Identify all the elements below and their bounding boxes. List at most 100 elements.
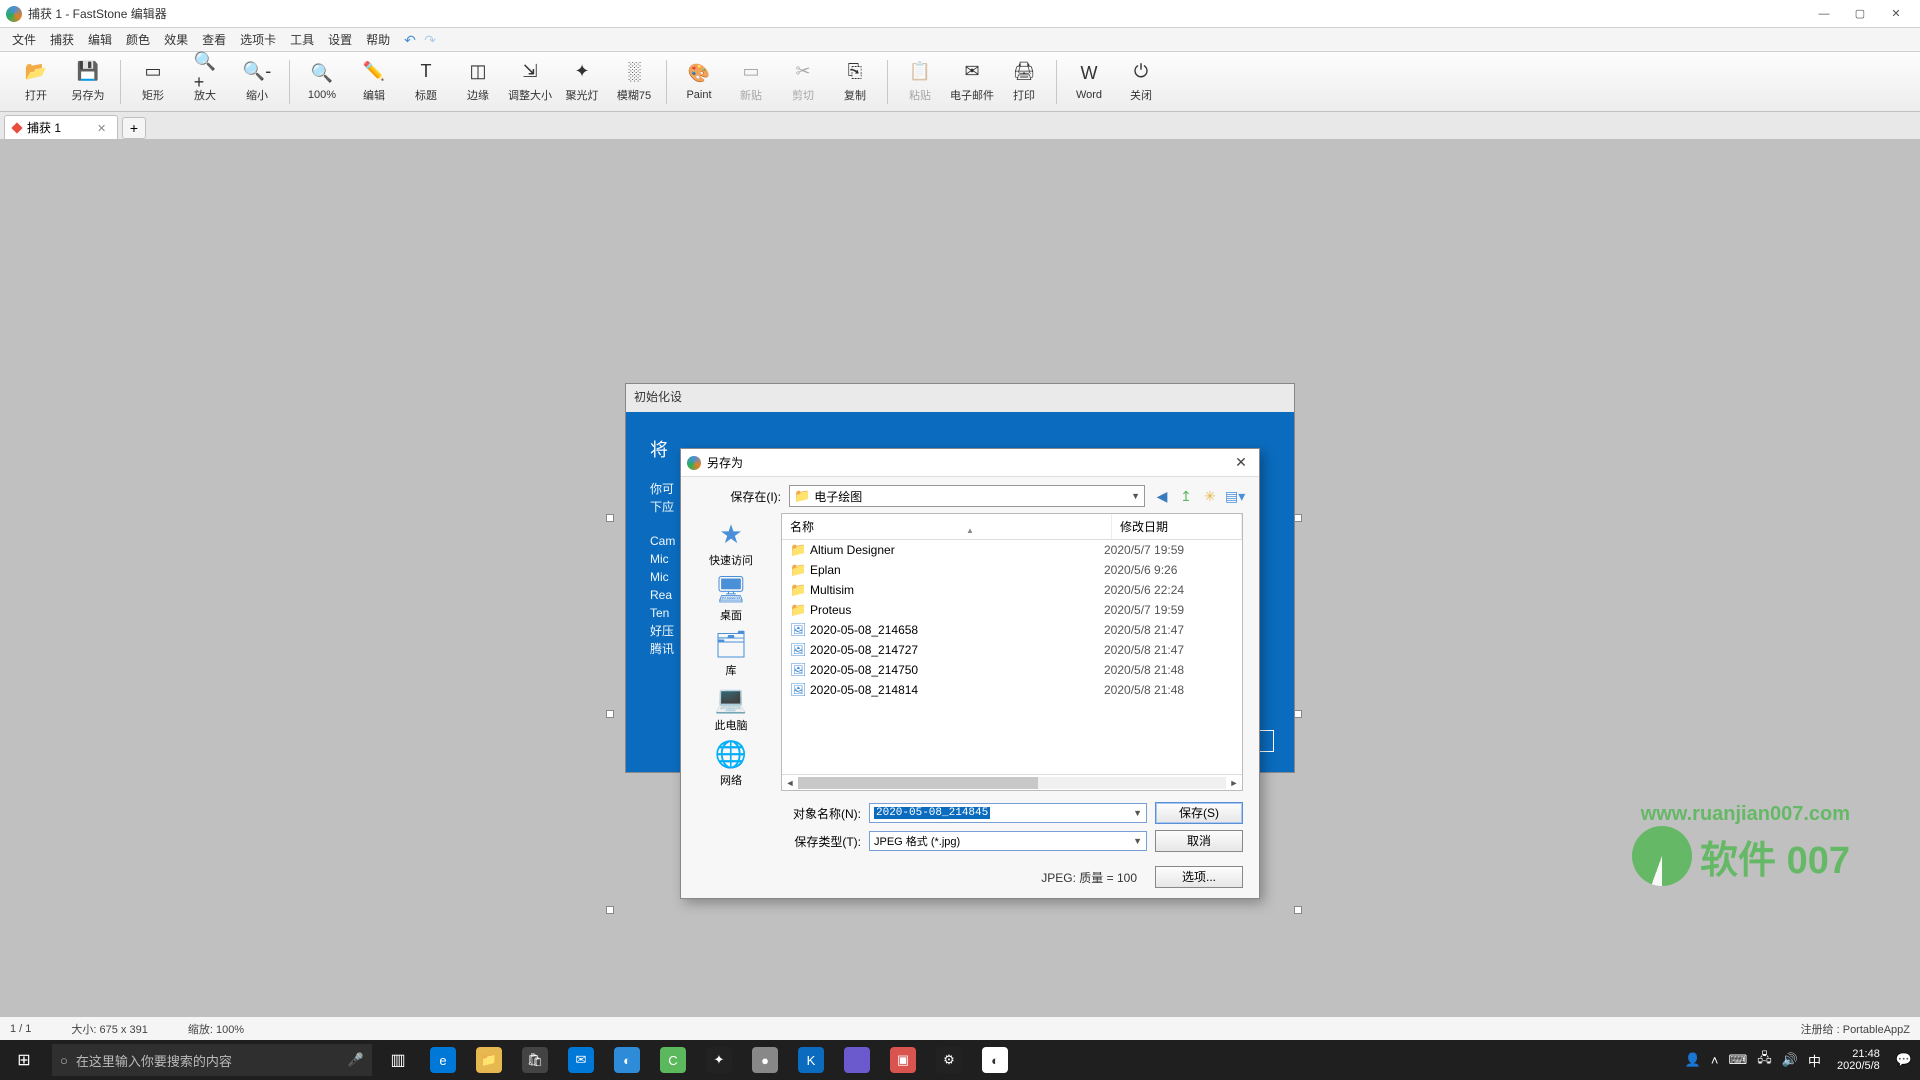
- menu-工具[interactable]: 工具: [284, 29, 320, 50]
- tool-另存为[interactable]: 💾另存为: [62, 57, 114, 107]
- resize-handle[interactable]: [1294, 514, 1302, 522]
- resize-handle[interactable]: [1294, 906, 1302, 914]
- menu-文件[interactable]: 文件: [6, 29, 42, 50]
- place-网络[interactable]: 🌐网络: [691, 739, 771, 788]
- tool-缩小[interactable]: 🔍-缩小: [231, 57, 283, 107]
- tool-标题[interactable]: T标题: [400, 57, 452, 107]
- tool-电子邮件[interactable]: ✉电子邮件: [946, 57, 998, 107]
- tray-volume-icon[interactable]: 🔊: [1782, 1052, 1798, 1068]
- filetype-dropdown[interactable]: JPEG 格式 (*.jpg) ▼: [869, 831, 1147, 851]
- tool-paint[interactable]: 🎨Paint: [673, 59, 725, 105]
- resize-handle[interactable]: [1294, 710, 1302, 718]
- menu-编辑[interactable]: 编辑: [82, 29, 118, 50]
- tab-capture-1[interactable]: 捕获 1 ✕: [4, 115, 118, 139]
- scroll-right-icon[interactable]: ►: [1226, 778, 1242, 788]
- tb-app-explorer[interactable]: 📁: [466, 1040, 512, 1080]
- tray-input-icon[interactable]: ⌨: [1729, 1052, 1748, 1068]
- save-in-dropdown[interactable]: 📁 电子绘图 ▼: [789, 485, 1145, 507]
- place-快速访问[interactable]: ★快速访问: [691, 519, 771, 568]
- tray-network-icon[interactable]: 🖧: [1757, 1049, 1772, 1071]
- menu-颜色[interactable]: 颜色: [120, 29, 156, 50]
- taskbar-search[interactable]: ○ 在这里输入你要搜索的内容 🎤: [52, 1044, 372, 1076]
- canvas[interactable]: 初始化设 将 你可 下应 CamMicMicReaTen好压腾讯 另存为 ✕ 保…: [0, 140, 1920, 1016]
- new-folder-icon[interactable]: ✳: [1201, 488, 1219, 505]
- resize-handle[interactable]: [606, 710, 614, 718]
- tb-app-settings[interactable]: ⚙: [926, 1040, 972, 1080]
- filename-input[interactable]: 2020-05-08_214845 ▼: [869, 803, 1147, 823]
- tool-模糊75[interactable]: ░模糊75: [608, 57, 660, 107]
- resize-handle[interactable]: [606, 906, 614, 914]
- tb-app-kugou[interactable]: K: [788, 1040, 834, 1080]
- file-row[interactable]: 🖼2020-05-08_2146582020/5/8 21:47: [782, 620, 1242, 640]
- close-button[interactable]: ✕: [1878, 3, 1914, 25]
- chevron-down-icon[interactable]: ▼: [1133, 808, 1142, 818]
- maximize-button[interactable]: ▢: [1842, 3, 1878, 25]
- tab-close-icon[interactable]: ✕: [97, 122, 109, 134]
- tool-复制[interactable]: ⎘复制: [829, 57, 881, 107]
- tb-app-mail[interactable]: ✉: [558, 1040, 604, 1080]
- minimize-button[interactable]: —: [1806, 3, 1842, 25]
- tool-打印[interactable]: 🖨打印: [998, 57, 1050, 107]
- redo-icon[interactable]: ↷: [424, 32, 440, 48]
- start-button[interactable]: ⊞: [0, 1040, 48, 1080]
- tool-100%[interactable]: 🔍100%: [296, 59, 348, 105]
- tool-矩形[interactable]: ▭矩形: [127, 57, 179, 107]
- undo-icon[interactable]: ↶: [404, 32, 420, 48]
- cancel-button[interactable]: 取消: [1155, 830, 1243, 852]
- chevron-down-icon[interactable]: ▼: [1133, 836, 1142, 846]
- tb-app-colorful[interactable]: ✦: [696, 1040, 742, 1080]
- tb-app-faststone[interactable]: ◐: [972, 1040, 1018, 1080]
- file-row[interactable]: 🖼2020-05-08_2148142020/5/8 21:48: [782, 680, 1242, 700]
- tray-ime-icon[interactable]: 中: [1808, 1051, 1821, 1070]
- place-桌面[interactable]: 🖥桌面: [691, 574, 771, 623]
- file-list-header[interactable]: 名称 修改日期: [782, 514, 1242, 540]
- tool-聚光灯[interactable]: ✦聚光灯: [556, 57, 608, 107]
- tool-调整大小[interactable]: ⇲调整大小: [504, 57, 556, 107]
- tb-app-gray[interactable]: ●: [742, 1040, 788, 1080]
- scroll-thumb[interactable]: [798, 777, 1038, 789]
- menu-选项卡[interactable]: 选项卡: [234, 29, 282, 50]
- tool-word[interactable]: WWord: [1063, 59, 1115, 105]
- file-row[interactable]: 🖼2020-05-08_2147272020/5/8 21:47: [782, 640, 1242, 660]
- tab-add-button[interactable]: +: [122, 117, 146, 139]
- tb-app-camtasia[interactable]: C: [650, 1040, 696, 1080]
- back-icon[interactable]: ◀: [1153, 488, 1171, 505]
- place-此电脑[interactable]: 💻此电脑: [691, 684, 771, 733]
- dialog-close-button[interactable]: ✕: [1229, 454, 1253, 471]
- tray-people-icon[interactable]: 👤: [1685, 1052, 1701, 1068]
- tool-打开[interactable]: 📂打开: [10, 57, 62, 107]
- tb-app-browser[interactable]: ◐: [604, 1040, 650, 1080]
- menu-帮助[interactable]: 帮助: [360, 29, 396, 50]
- resize-handle[interactable]: [606, 514, 614, 522]
- tool-边缘[interactable]: ◫边缘: [452, 57, 504, 107]
- options-button[interactable]: 选项...: [1155, 866, 1243, 888]
- tool-关闭[interactable]: ⏻关闭: [1115, 57, 1167, 107]
- tb-app-red[interactable]: ▣: [880, 1040, 926, 1080]
- place-库[interactable]: 🗂库: [691, 629, 771, 678]
- save-button[interactable]: 保存(S): [1155, 802, 1243, 824]
- view-icon[interactable]: ▤▾: [1225, 488, 1243, 505]
- menu-设置[interactable]: 设置: [322, 29, 358, 50]
- notifications-icon[interactable]: 💬: [1896, 1052, 1912, 1068]
- tb-app-edge[interactable]: e: [420, 1040, 466, 1080]
- tool-放大[interactable]: 🔍+放大: [179, 57, 231, 107]
- file-row[interactable]: 🖼2020-05-08_2147502020/5/8 21:48: [782, 660, 1242, 680]
- file-row[interactable]: 📁Multisim2020/5/6 22:24: [782, 580, 1242, 600]
- up-icon[interactable]: ↥: [1177, 488, 1195, 505]
- file-row[interactable]: 📁Eplan2020/5/6 9:26: [782, 560, 1242, 580]
- file-row[interactable]: 📁Altium Designer2020/5/7 19:59: [782, 540, 1242, 560]
- tool-编辑[interactable]: ✏️编辑: [348, 57, 400, 107]
- column-date[interactable]: 修改日期: [1112, 514, 1242, 539]
- horizontal-scrollbar[interactable]: ◄ ►: [782, 774, 1242, 790]
- menu-捕获[interactable]: 捕获: [44, 29, 80, 50]
- file-row[interactable]: 📁Proteus2020/5/7 19:59: [782, 600, 1242, 620]
- taskbar-clock[interactable]: 21:48 2020/5/8: [1831, 1048, 1886, 1072]
- tray-up-icon[interactable]: ˄: [1711, 1053, 1719, 1068]
- mic-icon[interactable]: 🎤: [348, 1052, 364, 1068]
- menu-效果[interactable]: 效果: [158, 29, 194, 50]
- task-view-button[interactable]: ▥: [376, 1040, 420, 1080]
- scroll-left-icon[interactable]: ◄: [782, 778, 798, 788]
- file-list[interactable]: 📁Altium Designer2020/5/7 19:59📁Eplan2020…: [782, 540, 1242, 774]
- tb-app-store[interactable]: 🛍: [512, 1040, 558, 1080]
- menu-查看[interactable]: 查看: [196, 29, 232, 50]
